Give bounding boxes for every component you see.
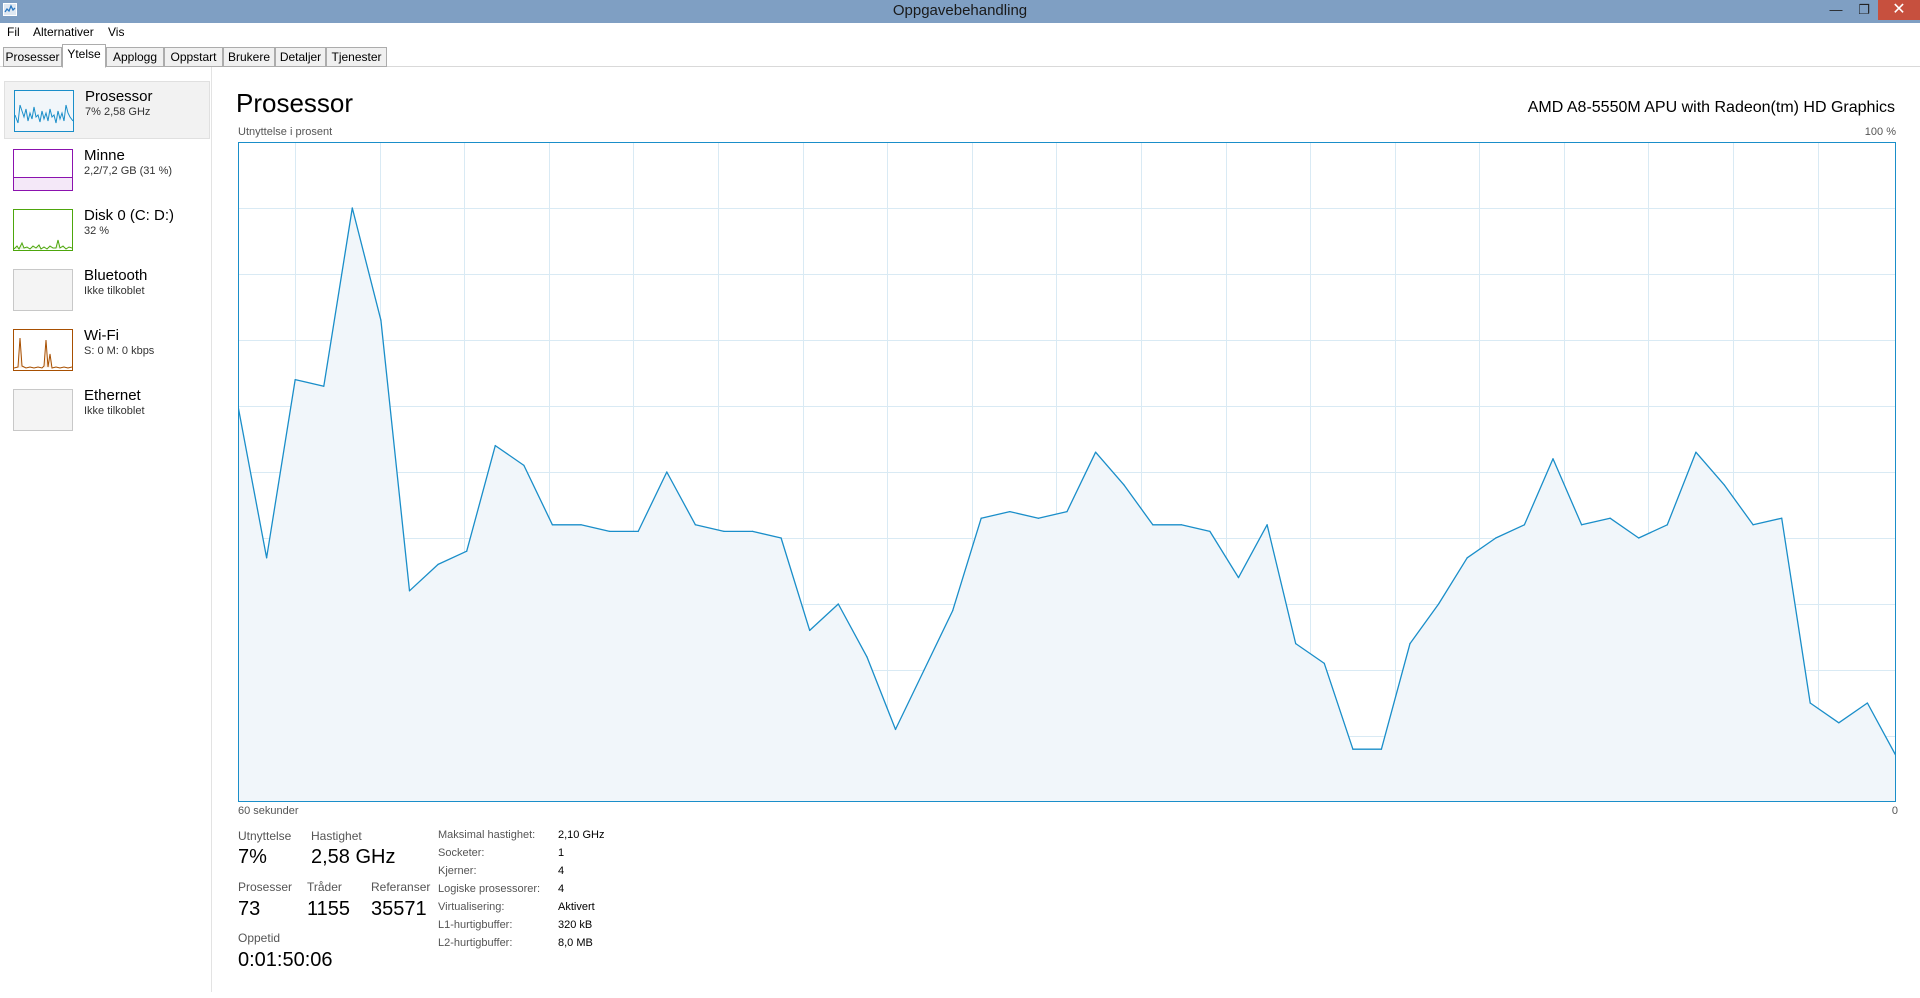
graph-xright-label: 0 (1891, 805, 1898, 817)
sidebar-item-label: Minne (84, 147, 125, 164)
detail-key: Socketer: (438, 847, 485, 859)
graph-xleft-label: 60 sekunder (238, 805, 299, 817)
sidebar-item-label: Wi-Fi (84, 327, 119, 344)
tab-app-history[interactable]: Applogg (106, 47, 164, 67)
sidebar-item-bluetooth[interactable]: Bluetooth Ikke tilkoblet (4, 261, 210, 319)
menu-bar: Fil Alternativer Vis (0, 23, 1920, 44)
wifi-thumbnail (13, 329, 73, 371)
uptime-value: 0:01:50:06 (238, 949, 333, 971)
cpu-utilization-graph (238, 142, 1896, 802)
sidebar-item-value: 32 % (84, 225, 110, 237)
ethernet-thumbnail (13, 389, 73, 431)
uptime-label: Oppetid (238, 931, 281, 945)
detail-value: 320 kB (558, 919, 593, 931)
sidebar-item-wifi[interactable]: Wi-Fi S: 0 M: 0 kbps (4, 321, 210, 379)
threads-label: Tråder (307, 880, 342, 894)
resource-sidebar: Prosessor 7% 2,58 GHz Minne 2,2/7,2 GB (… (0, 67, 212, 992)
cpu-model-name: AMD A8-5550M APU with Radeon(tm) HD Grap… (1527, 99, 1895, 116)
sidebar-item-label: Bluetooth (84, 267, 148, 284)
memory-thumbnail (13, 149, 73, 191)
sidebar-item-value: Ikke tilkoblet (84, 285, 145, 297)
sidebar-item-label: Prosessor (85, 88, 153, 105)
detail-value: Aktivert (558, 901, 595, 913)
speed-label: Hastighet (311, 829, 362, 843)
tab-services[interactable]: Tjenester (326, 47, 387, 67)
restore-icon[interactable]: ❐ (1850, 0, 1878, 20)
tab-performance[interactable]: Ytelse (62, 44, 106, 68)
sidebar-item-label: Ethernet (84, 387, 141, 404)
detail-value: 2,10 GHz (558, 829, 605, 841)
tab-users[interactable]: Brukere (223, 47, 275, 67)
disk-thumbnail (13, 209, 73, 251)
sidebar-item-ethernet[interactable]: Ethernet Ikke tilkoblet (4, 381, 210, 439)
graph-ylabel: Utnyttelse i prosent (238, 126, 333, 138)
bluetooth-thumbnail (13, 269, 73, 311)
menu-file[interactable]: Fil (7, 25, 20, 39)
sidebar-item-value: S: 0 M: 0 kbps (84, 345, 155, 357)
utilization-label: Utnyttelse (238, 829, 292, 843)
utilization-value: 7% (238, 846, 267, 868)
detail-key: L1-hurtigbuffer: (438, 919, 513, 931)
sidebar-item-value: 2,2/7,2 GB (31 %) (84, 165, 173, 177)
menu-view[interactable]: Vis (108, 25, 124, 39)
sidebar-item-cpu[interactable]: Prosessor 7% 2,58 GHz (4, 81, 210, 139)
page-title: Prosessor (236, 88, 354, 118)
tab-bar: Prosesser Ytelse Applogg Oppstart Bruker… (0, 44, 1920, 68)
sidebar-item-disk[interactable]: Disk 0 (C: D:) 32 % (4, 201, 210, 259)
sidebar-item-value: Ikke tilkoblet (84, 405, 145, 417)
close-icon[interactable]: ✕ (1878, 0, 1920, 20)
sidebar-item-value: 7% 2,58 GHz (85, 106, 151, 118)
sidebar-item-memory[interactable]: Minne 2,2/7,2 GB (31 %) (4, 141, 210, 199)
detail-key: L2-hurtigbuffer: (438, 937, 513, 949)
detail-value: 4 (558, 865, 565, 877)
handles-label: Referanser (371, 880, 431, 894)
detail-value: 8,0 MB (558, 937, 593, 949)
tab-startup[interactable]: Oppstart (164, 47, 223, 67)
detail-value: 4 (558, 883, 565, 895)
detail-key: Maksimal hastighet: (438, 829, 536, 841)
menu-options[interactable]: Alternativer (33, 25, 94, 39)
processes-value: 73 (238, 898, 261, 920)
detail-key: Kjerner: (438, 865, 477, 877)
detail-value: 1 (558, 847, 565, 859)
processes-label: Prosesser (238, 880, 293, 894)
window-title: Oppgavebehandling (892, 2, 1028, 19)
sidebar-item-label: Disk 0 (C: D:) (84, 207, 174, 224)
detail-key: Virtualisering: (438, 901, 505, 913)
handles-value: 35571 (371, 898, 427, 920)
threads-value: 1155 (307, 898, 351, 920)
detail-key: Logiske prosessorer: (438, 883, 541, 895)
title-bar: Oppgavebehandling — ❐ ✕ (0, 0, 1920, 23)
graph-ymax-label: 100 % (1864, 126, 1896, 138)
tab-processes[interactable]: Prosesser (3, 47, 62, 67)
cpu-thumbnail (14, 90, 74, 132)
tab-details[interactable]: Detaljer (275, 47, 326, 67)
minimize-icon[interactable]: — (1822, 0, 1850, 20)
utilization-area (238, 208, 1896, 802)
cpu-graph-svg (238, 142, 1896, 802)
speed-value: 2,58 GHz (311, 846, 396, 868)
